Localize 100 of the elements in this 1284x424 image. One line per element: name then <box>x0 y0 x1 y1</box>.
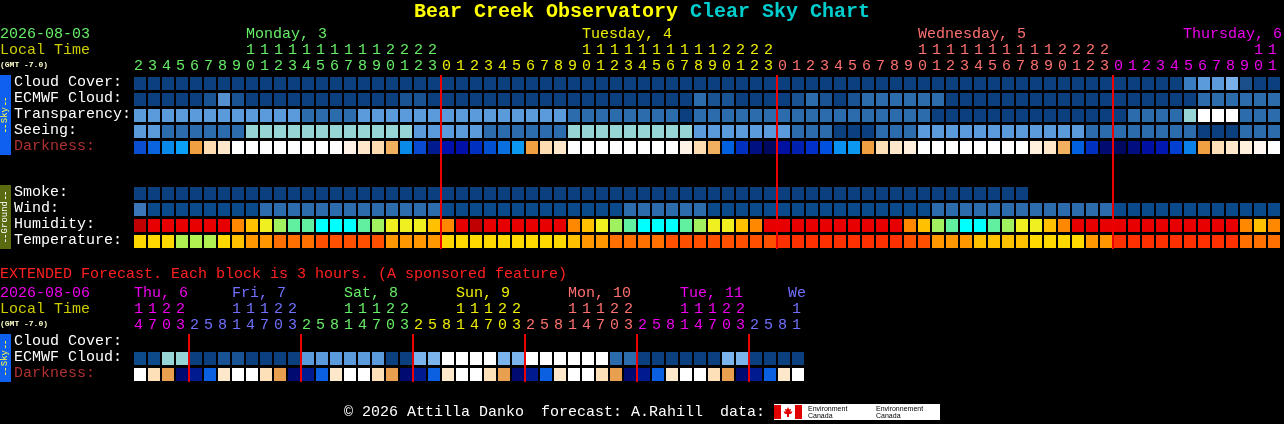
hour-label: 6 <box>190 59 199 75</box>
hour-label: 4 <box>498 59 507 75</box>
forecast-credit: forecast: A.Rahill <box>541 403 703 421</box>
row-label: Cloud Cover: <box>14 334 124 350</box>
row-label: ECMWF Cloud: <box>14 350 124 366</box>
hour-label: 6 <box>1198 59 1207 75</box>
row-label: Seeing: <box>14 123 78 139</box>
hour-label: 22 <box>1086 43 1095 75</box>
hour-label: 11 <box>932 43 941 75</box>
timezone-label: (GMT -7.0) <box>0 318 48 330</box>
day-label: Mon, 10 <box>568 286 631 302</box>
hour-label: 17 <box>596 302 605 334</box>
hour-label: 5 <box>1184 59 1193 75</box>
hour-label: 16 <box>330 43 339 75</box>
hour-label: 7 <box>540 59 549 75</box>
hour-label: 20 <box>386 302 395 334</box>
hour-label: 20 <box>498 302 507 334</box>
hour-label: 17 <box>344 43 353 75</box>
hour-label: 12 <box>946 43 955 75</box>
row-label: Cloud Cover: <box>14 75 124 91</box>
hour-label: 12 <box>274 43 283 75</box>
hour-label: 2 <box>302 318 311 334</box>
hour-label: 8 <box>554 318 563 334</box>
hour-label: 16 <box>666 43 675 75</box>
hour-label: 8 <box>554 59 563 75</box>
day-label: Thu, 6 <box>134 286 188 302</box>
hour-label: 11 <box>260 43 269 75</box>
hour-label: 5 <box>428 318 437 334</box>
hour-label: 10 <box>582 43 591 75</box>
hour-label: 10 <box>918 43 927 75</box>
midnight-line <box>524 334 526 382</box>
extended-heading: EXTENDED Forecast. Each block is 3 hours. (A sponsored feature) <box>0 267 569 283</box>
hour-label: 4 <box>1170 59 1179 75</box>
hour-label: 2 <box>134 59 143 75</box>
hour-label: 15 <box>652 43 661 75</box>
hour-label: 7 <box>204 59 213 75</box>
chart-title: Clear Sky Chart <box>690 0 871 24</box>
hour-label: 2 <box>190 318 199 334</box>
hour-label: 23 <box>176 302 185 334</box>
hour-label: 11 <box>596 43 605 75</box>
hour-label: 17 <box>1016 43 1025 75</box>
day-label: Wednesday, 5 <box>918 27 1027 43</box>
hour-label: 1 <box>792 59 801 75</box>
day-label: Monday, 3 <box>246 27 327 43</box>
midnight-line <box>748 334 750 382</box>
local-time-label: Local Time <box>0 43 91 59</box>
hour-label: 11 <box>568 302 577 334</box>
hour-label: 20 <box>162 302 171 334</box>
hour-label: 8 <box>330 318 339 334</box>
hour-label: 2 <box>470 59 479 75</box>
observatory-title: Bear Creek Observatory <box>413 0 678 24</box>
hour-label: 3 <box>484 59 493 75</box>
midnight-line <box>300 334 302 382</box>
hour-label: 14 <box>134 302 143 334</box>
row-label: ECMWF Cloud: <box>14 91 124 107</box>
row-label: Darkness: <box>14 366 96 382</box>
hour-label: 14 <box>582 302 591 334</box>
hour-label: 21 <box>736 43 745 75</box>
hour-label: 23 <box>764 43 773 75</box>
row-label: Wind: <box>14 201 60 217</box>
hour-label: 14 <box>246 302 255 334</box>
hour-label: 5 <box>764 318 773 334</box>
hour-label: 2 <box>806 59 815 75</box>
hour-label: 4 <box>162 59 171 75</box>
hour-label: 19 <box>708 43 717 75</box>
hour-label: 5 <box>512 59 521 75</box>
hour-label: 1 <box>456 59 465 75</box>
day-label: Sun, 9 <box>456 286 510 302</box>
hour-label: 23 <box>288 302 297 334</box>
hour-label: 20 <box>722 43 731 75</box>
midnight-line <box>636 334 638 382</box>
hour-label: 20 <box>722 302 731 334</box>
hour-label: 10 <box>246 43 255 75</box>
day-label: Sat, 8 <box>344 286 398 302</box>
hour-label: 8 <box>218 318 227 334</box>
hour-label: 6 <box>862 59 871 75</box>
day-label: Thursday, 6 <box>1182 27 1282 43</box>
day-label: We <box>788 286 806 302</box>
timezone-label: (GMT -7.0) <box>0 59 48 71</box>
hour-label: 19 <box>1044 43 1053 75</box>
date-label: 2026-08-06 <box>0 286 91 302</box>
hour-label: 8 <box>778 318 787 334</box>
hour-label: 8 <box>442 318 451 334</box>
day-label: Tue, 11 <box>680 286 743 302</box>
hour-label: 18 <box>694 43 703 75</box>
hour-label: 17 <box>148 302 157 334</box>
hour-label: 21 <box>1072 43 1081 75</box>
hour-label: 3 <box>1156 59 1165 75</box>
hour-label: 14 <box>302 43 311 75</box>
hour-label: 5 <box>316 318 325 334</box>
hour-label: 13 <box>288 43 297 75</box>
hour-label: 14 <box>638 43 647 75</box>
hour-label: 5 <box>176 59 185 75</box>
hour-label: 15 <box>316 43 325 75</box>
hour-label: 9 <box>232 59 241 75</box>
hour-label: 23 <box>512 302 521 334</box>
hour-label: 7 <box>1212 59 1221 75</box>
hour-label: 3 <box>148 59 157 75</box>
hour-label: 11 <box>1268 43 1277 75</box>
hour-label: 9 <box>568 59 577 75</box>
